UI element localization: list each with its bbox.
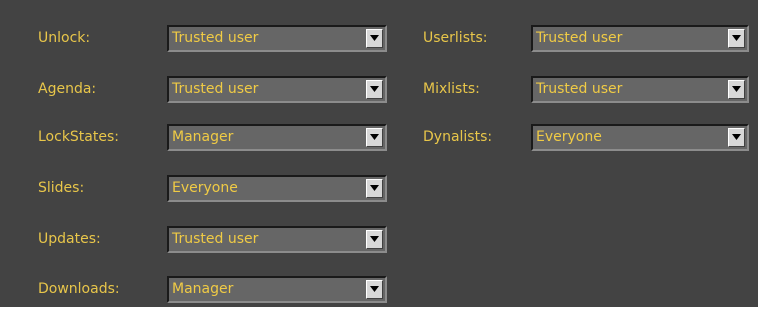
unlock-select-value: Trusted user — [172, 30, 259, 46]
updates-select-value: Trusted user — [172, 231, 259, 247]
unlock-select[interactable]: Trusted user — [167, 25, 387, 52]
chevron-down-icon — [370, 286, 379, 292]
updates-select[interactable]: Trusted user — [167, 226, 387, 253]
lockstates-select-value: Manager — [172, 129, 234, 145]
chevron-down-icon — [370, 236, 379, 242]
userlists-dropdown-button[interactable] — [728, 29, 745, 48]
userlists-select-value: Trusted user — [536, 30, 623, 46]
mixlists-select-value: Trusted user — [536, 81, 623, 97]
downloads-dropdown-button[interactable] — [366, 280, 383, 299]
slides-select[interactable]: Everyone — [167, 175, 387, 202]
lockstates-label: LockStates: — [38, 129, 119, 145]
chevron-down-icon — [370, 86, 379, 92]
userlists-label: Userlists: — [423, 30, 488, 46]
chevron-down-icon — [370, 35, 379, 41]
chevron-down-icon — [732, 86, 741, 92]
unlock-label: Unlock: — [38, 30, 91, 46]
updates-dropdown-button[interactable] — [366, 230, 383, 249]
downloads-label: Downloads: — [38, 281, 120, 297]
mixlists-dropdown-button[interactable] — [728, 80, 745, 99]
updates-label: Updates: — [38, 231, 101, 247]
dynalists-select[interactable]: Everyone — [531, 124, 749, 151]
chevron-down-icon — [370, 134, 379, 140]
agenda-select-value: Trusted user — [172, 81, 259, 97]
lockstates-dropdown-button[interactable] — [366, 128, 383, 147]
agenda-label: Agenda: — [38, 81, 97, 97]
dynalists-dropdown-button[interactable] — [728, 128, 745, 147]
downloads-select[interactable]: Manager — [167, 276, 387, 303]
slides-select-value: Everyone — [172, 180, 238, 196]
slides-dropdown-button[interactable] — [366, 179, 383, 198]
dynalists-label: Dynalists: — [423, 129, 493, 145]
mixlists-label: Mixlists: — [423, 81, 480, 97]
chevron-down-icon — [732, 35, 741, 41]
lockstates-select[interactable]: Manager — [167, 124, 387, 151]
userlists-select[interactable]: Trusted user — [531, 25, 749, 52]
chevron-down-icon — [370, 185, 379, 191]
mixlists-select[interactable]: Trusted user — [531, 76, 749, 103]
chevron-down-icon — [732, 134, 741, 140]
agenda-dropdown-button[interactable] — [366, 80, 383, 99]
slides-label: Slides: — [38, 180, 85, 196]
dynalists-select-value: Everyone — [536, 129, 602, 145]
unlock-dropdown-button[interactable] — [366, 29, 383, 48]
agenda-select[interactable]: Trusted user — [167, 76, 387, 103]
permissions-panel: Unlock: Trusted user Agenda: Trusted use… — [0, 0, 760, 309]
downloads-select-value: Manager — [172, 281, 234, 297]
